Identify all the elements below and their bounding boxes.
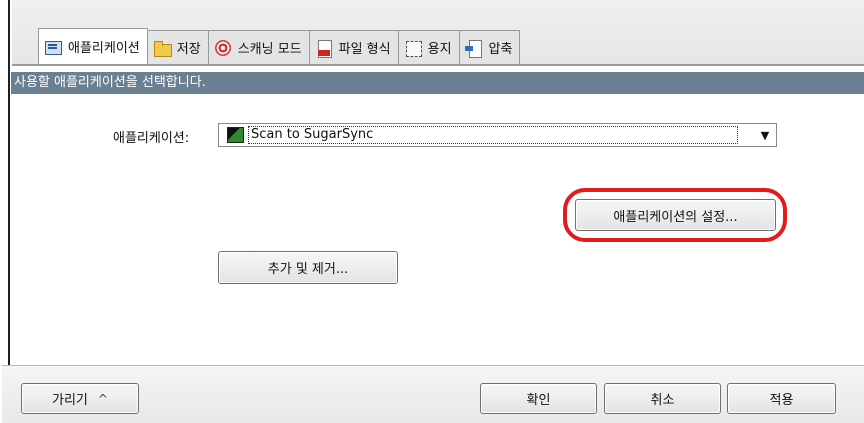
apply-button[interactable]: 적용 (727, 383, 836, 414)
tab-strip: 애플리케이션 저장 스캐닝 모드 파일 형식 용지 압축 (12, 0, 864, 64)
folder-icon (153, 40, 172, 57)
application-select[interactable]: Scan to SugarSync ▼ (218, 123, 777, 147)
tab-label: 애플리케이션 (68, 41, 140, 56)
hide-button-label: 가리기 (52, 393, 88, 408)
hide-button[interactable]: 가리기 ^ (21, 383, 139, 414)
instruction-banner: 사용할 애플리케이션을 선택합니다. (11, 72, 864, 94)
cancel-button[interactable]: 취소 (604, 383, 721, 414)
add-remove-button[interactable]: 추가 및 제거... (218, 251, 398, 284)
chevron-down-icon[interactable]: ▼ (756, 126, 774, 144)
tab-file-format[interactable]: 파일 형식 (308, 30, 399, 64)
application-select-value: Scan to SugarSync (248, 126, 738, 144)
application-icon (44, 39, 62, 55)
tab-content-border (12, 64, 864, 66)
tab-save[interactable]: 저장 (146, 30, 209, 64)
tab-application[interactable]: 애플리케이션 (38, 28, 148, 64)
tab-paper[interactable]: 용지 (397, 30, 460, 64)
scan-mode-icon (214, 39, 232, 56)
tab-list: 애플리케이션 저장 스캐닝 모드 파일 형식 용지 압축 (38, 28, 521, 64)
compression-icon (464, 39, 483, 58)
paper-icon (404, 40, 422, 57)
tab-label: 압축 (488, 42, 513, 57)
sugarsync-icon (227, 127, 244, 143)
application-settings-button[interactable]: 애플리케이션의 설정... (575, 199, 776, 231)
chevron-up-icon: ^ (97, 391, 108, 406)
tab-label: 저장 (176, 42, 201, 57)
application-label: 애플리케이션: (113, 131, 190, 146)
tab-label: 용지 (427, 42, 452, 57)
tab-compression[interactable]: 압축 (458, 30, 521, 64)
tab-scanning-mode[interactable]: 스캐닝 모드 (207, 30, 310, 64)
ok-button[interactable]: 확인 (480, 383, 597, 414)
file-format-icon (315, 39, 333, 58)
tab-label: 스캐닝 모드 (237, 42, 302, 57)
tab-label: 파일 형식 (338, 42, 391, 57)
